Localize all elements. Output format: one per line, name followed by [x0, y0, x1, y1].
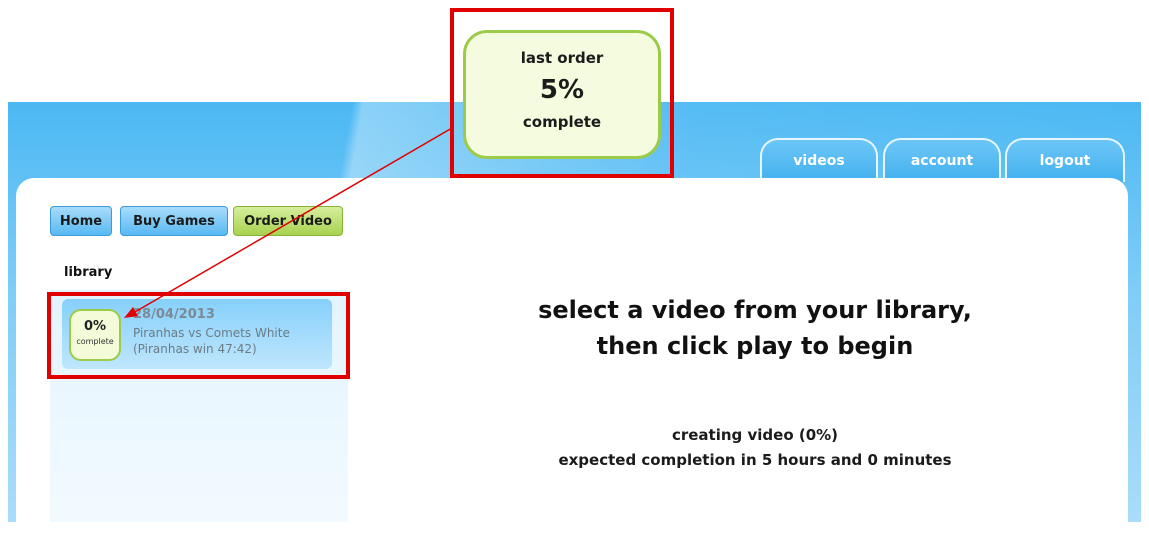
arrow-line: [127, 127, 453, 317]
annotation-arrow: [124, 127, 453, 318]
arrow-head: [124, 307, 138, 318]
